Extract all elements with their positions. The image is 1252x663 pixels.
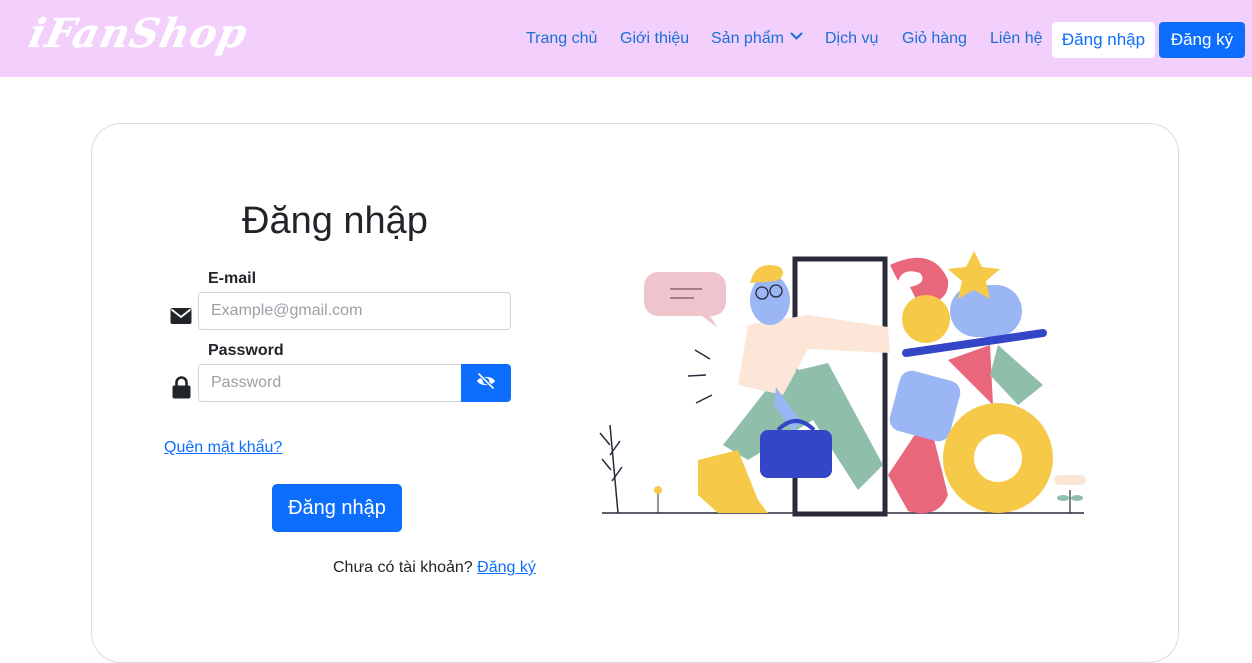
signup-link[interactable]: Đăng ký bbox=[477, 559, 536, 576]
nav-item-products[interactable]: Sản phẩm bbox=[711, 30, 803, 48]
nav-login-button[interactable]: Đăng nhập bbox=[1052, 22, 1155, 58]
envelope-icon bbox=[170, 307, 192, 330]
nav-item-products-label: Sản phẩm bbox=[711, 30, 784, 47]
page-title: Đăng nhập bbox=[242, 200, 428, 242]
nav-item-home[interactable]: Trang chủ bbox=[526, 30, 597, 48]
chevron-down-icon bbox=[790, 28, 803, 46]
brand-logo[interactable]: iFanShop bbox=[25, 10, 252, 57]
nav-item-services[interactable]: Dịch vụ bbox=[825, 30, 878, 48]
login-submit-button[interactable]: Đăng nhập bbox=[272, 484, 402, 532]
nav-register-button[interactable]: Đăng ký bbox=[1159, 22, 1245, 58]
nav-item-contact[interactable]: Liên hệ bbox=[990, 30, 1043, 48]
password-label: Password bbox=[208, 342, 284, 359]
nav-item-cart[interactable]: Giỏ hàng bbox=[902, 30, 967, 48]
email-field[interactable] bbox=[198, 292, 511, 330]
signup-prompt-text: Chưa có tài khoản? bbox=[333, 559, 478, 576]
toggle-password-button[interactable] bbox=[461, 364, 511, 402]
signup-prompt: Chưa có tài khoản? Đăng ký bbox=[333, 559, 536, 577]
password-field[interactable] bbox=[198, 364, 462, 402]
nav-item-about[interactable]: Giới thiệu bbox=[620, 30, 689, 48]
email-label: E-mail bbox=[208, 270, 257, 287]
login-illustration bbox=[598, 245, 1088, 525]
forgot-password-link[interactable]: Quên mật khẩu? bbox=[164, 439, 282, 457]
eye-slash-icon bbox=[476, 372, 496, 394]
navbar: iFanShop Trang chủ Giới thiệu Sản phẩm D… bbox=[0, 0, 1252, 77]
lock-icon bbox=[172, 376, 191, 404]
